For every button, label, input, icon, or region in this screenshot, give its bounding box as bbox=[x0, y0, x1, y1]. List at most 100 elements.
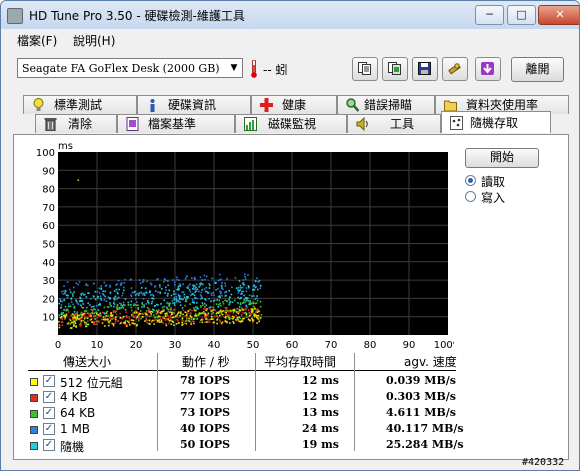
scatter-point bbox=[109, 303, 111, 306]
tab-drive-info[interactable]: 硬碟資訊 bbox=[137, 95, 251, 114]
write-radio[interactable]: 寫入 bbox=[465, 189, 555, 205]
scatter-point bbox=[130, 309, 133, 312]
scatter-point bbox=[156, 278, 158, 281]
header-avg-access: 平均存取時間 bbox=[264, 355, 337, 369]
scatter-point bbox=[221, 313, 224, 316]
scatter-point bbox=[107, 321, 110, 323]
x-tick-label: 70 bbox=[325, 340, 338, 351]
series-checkbox[interactable]: ✓ bbox=[43, 423, 55, 435]
copy-icon bbox=[358, 62, 371, 75]
download-update-button[interactable] bbox=[475, 57, 501, 81]
row-label: 4 KB bbox=[60, 390, 88, 404]
scatter-point bbox=[118, 288, 120, 291]
scatter-point bbox=[123, 286, 125, 289]
scatter-point bbox=[80, 304, 82, 307]
scatter-point bbox=[247, 309, 250, 311]
scatter-point bbox=[114, 320, 117, 323]
tab-health[interactable]: 健康 bbox=[251, 95, 337, 114]
save-button[interactable] bbox=[412, 57, 438, 81]
read-radio[interactable]: 讀取 bbox=[465, 173, 555, 189]
scatter-point bbox=[145, 318, 148, 320]
scatter-point bbox=[99, 312, 102, 315]
scatter-point bbox=[145, 291, 147, 294]
scatter-point bbox=[255, 309, 258, 311]
scatter-point bbox=[164, 322, 167, 325]
scatter-point bbox=[140, 317, 142, 320]
scatter-point bbox=[81, 312, 83, 315]
scatter-point bbox=[160, 303, 162, 305]
scatter-point bbox=[184, 277, 187, 280]
app-window: HD Tune Pro 3.50 - 硬碟檢測-維護工具 ─ □ ✕ 檔案(F)… bbox=[0, 0, 580, 471]
scatter-point bbox=[95, 304, 98, 307]
scatter-point bbox=[232, 318, 234, 320]
scatter-point bbox=[243, 273, 246, 276]
row-label: 隨機 bbox=[60, 440, 85, 454]
tab-error-scan[interactable]: 錯誤掃瞄 bbox=[337, 95, 435, 114]
scatter-point bbox=[245, 290, 248, 293]
chevron-down-icon[interactable]: ▼ bbox=[228, 62, 240, 74]
scatter-point bbox=[194, 296, 197, 299]
folder-icon bbox=[444, 100, 457, 112]
scatter-point bbox=[177, 279, 180, 282]
menu-file[interactable]: 檔案(F) bbox=[17, 32, 57, 49]
scatter-point bbox=[92, 305, 95, 308]
scatter-point bbox=[202, 304, 204, 306]
scatter-point bbox=[230, 293, 233, 296]
scatter-point bbox=[125, 315, 128, 317]
scatter-point bbox=[228, 298, 230, 301]
scatter-point bbox=[195, 310, 197, 313]
options-icon bbox=[448, 63, 461, 75]
scatter-point bbox=[85, 284, 87, 287]
scatter-point bbox=[157, 320, 159, 322]
tab-tools[interactable]: 工具 bbox=[347, 114, 441, 133]
scatter-point bbox=[192, 293, 194, 295]
series-checkbox[interactable]: ✓ bbox=[43, 439, 55, 451]
tab-erase[interactable]: 清除 bbox=[35, 114, 117, 133]
copy-info-button[interactable] bbox=[352, 57, 378, 81]
x-tick-label: 30 bbox=[169, 340, 182, 351]
tab-random-access[interactable]: 隨機存取 bbox=[441, 111, 551, 133]
series-checkbox[interactable]: ✓ bbox=[43, 375, 55, 387]
scatter-point bbox=[253, 295, 255, 297]
scatter-point bbox=[62, 293, 64, 295]
scatter-point bbox=[67, 309, 69, 312]
scatter-point bbox=[134, 310, 137, 312]
tab-label: 工具 bbox=[390, 117, 415, 131]
tab-disk-monitor[interactable]: 磁碟監視 bbox=[235, 114, 347, 133]
scatter-point bbox=[111, 318, 114, 321]
scatter-point bbox=[229, 309, 232, 312]
scatter-point bbox=[133, 290, 136, 293]
start-button[interactable]: 開始 bbox=[465, 148, 539, 168]
scatter-point bbox=[69, 291, 72, 294]
copy-screenshot-button[interactable] bbox=[382, 57, 408, 81]
menu-help[interactable]: 說明(H) bbox=[73, 32, 115, 49]
scatter-point bbox=[166, 307, 168, 310]
tab-file-benchmark[interactable]: 檔案基準 bbox=[117, 114, 235, 133]
scatter-point bbox=[230, 317, 232, 320]
scatter-point bbox=[119, 312, 122, 315]
minimize-button[interactable]: ─ bbox=[475, 5, 504, 25]
exit-button[interactable]: 離開 bbox=[511, 57, 564, 82]
scatter-point bbox=[103, 281, 106, 284]
close-button[interactable]: ✕ bbox=[538, 5, 579, 25]
scatter-point bbox=[67, 305, 70, 308]
scatter-point bbox=[152, 314, 155, 316]
scatter-point bbox=[212, 306, 214, 309]
scatter-point bbox=[84, 321, 86, 324]
series-checkbox[interactable]: ✓ bbox=[43, 391, 55, 403]
options-button[interactable] bbox=[442, 57, 468, 81]
scatter-point bbox=[106, 318, 109, 320]
drive-select[interactable]: Seagate FA GoFlex Desk (2000 GB) ▼ bbox=[17, 58, 243, 78]
scatter-point bbox=[206, 318, 209, 320]
scatter-point bbox=[242, 282, 245, 284]
trash-icon bbox=[44, 118, 57, 131]
copy-screen-icon bbox=[388, 62, 401, 75]
scatter-point bbox=[196, 297, 198, 300]
scatter-point bbox=[122, 292, 124, 294]
tab-benchmark[interactable]: 標準測試 bbox=[23, 95, 137, 114]
maximize-button[interactable]: □ bbox=[507, 5, 536, 25]
series-checkbox[interactable]: ✓ bbox=[43, 407, 55, 419]
download-arrow-icon bbox=[481, 62, 494, 75]
row-speed: 4.611 MB/s bbox=[386, 406, 456, 419]
title-bar[interactable]: HD Tune Pro 3.50 - 硬碟檢測-維護工具 ─ □ ✕ bbox=[1, 1, 579, 29]
